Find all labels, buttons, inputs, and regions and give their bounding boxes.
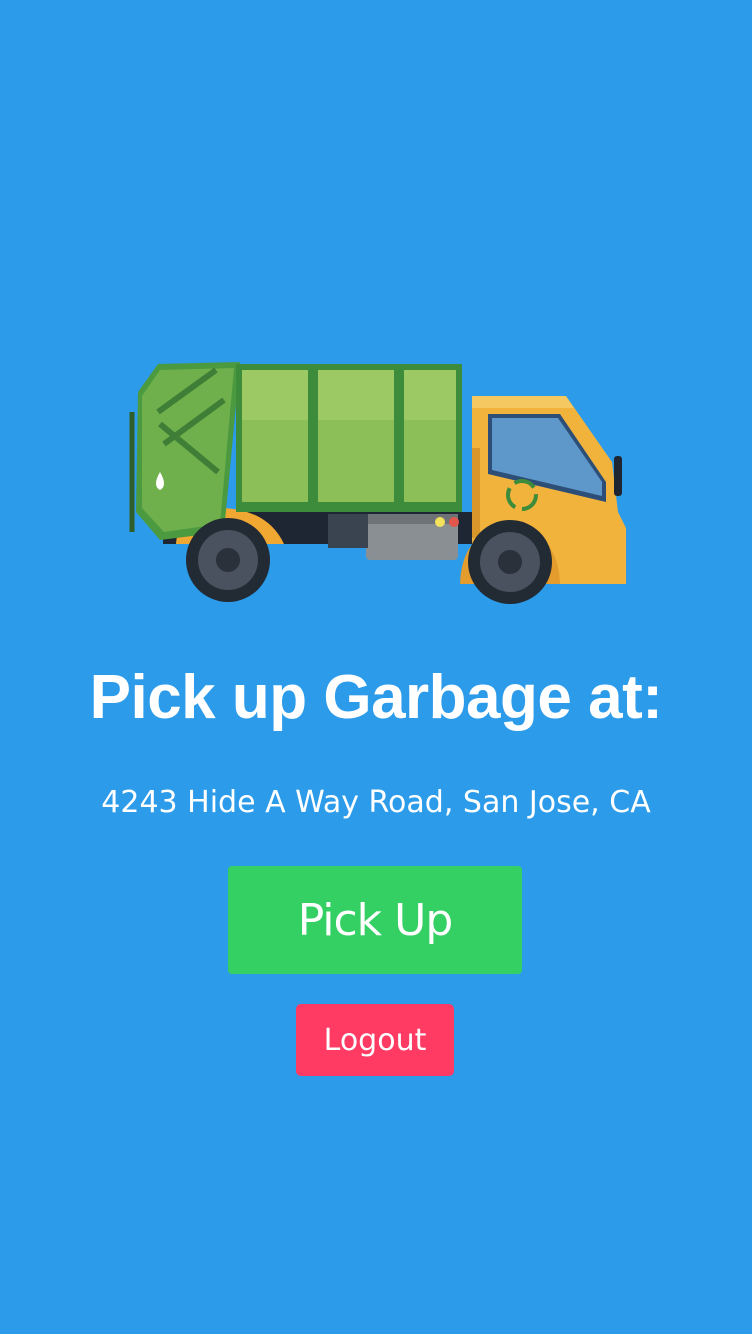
logout-button[interactable]: Logout <box>296 1004 454 1076</box>
pick-up-button[interactable]: Pick Up <box>228 866 522 974</box>
pickup-screen: Pick up Garbage at: 4243 Hide A Way Road… <box>0 0 752 1334</box>
garbage-truck-icon <box>129 362 626 604</box>
pickup-address: 4243 Hide A Way Road, San Jose, CA <box>101 785 651 820</box>
page-title: Pick up Garbage at: <box>89 663 663 732</box>
